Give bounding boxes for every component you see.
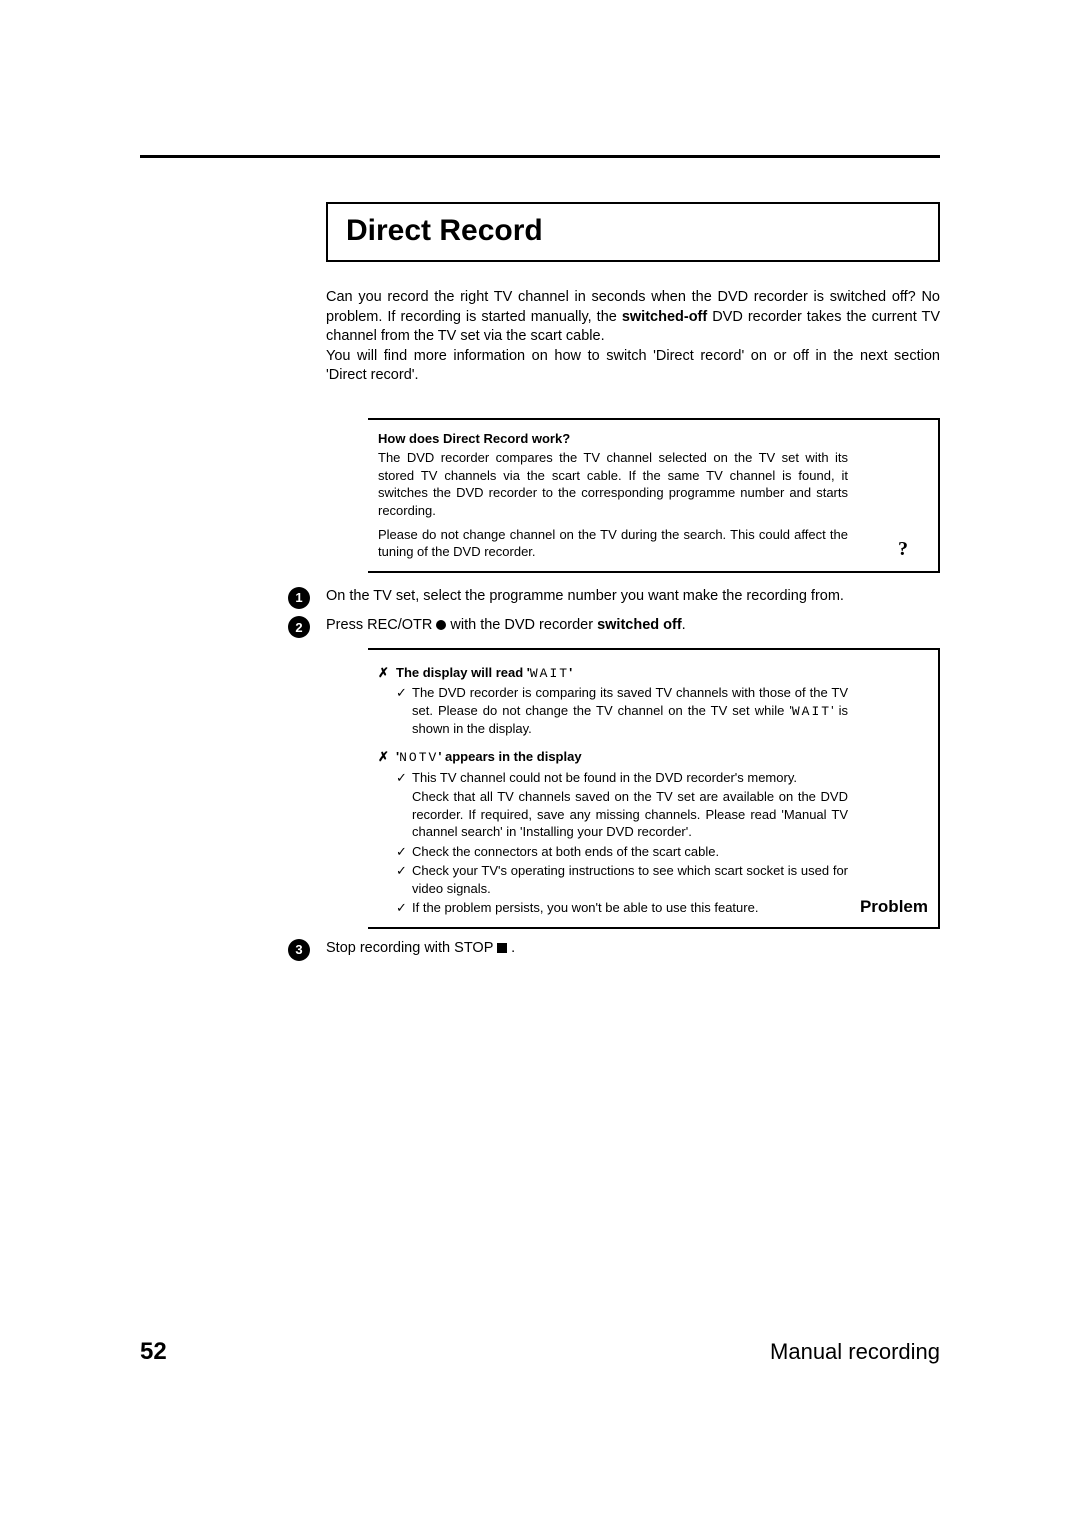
problem-x2: ✗ 'NOTV' appears in the display <box>378 748 848 767</box>
intro-bold: switched-off <box>622 309 707 325</box>
section-title-box: Direct Record <box>326 202 940 262</box>
step-2c: . <box>682 617 686 633</box>
check-icon: ✓ <box>396 899 407 917</box>
intro-text-2: You will find more information on how to… <box>326 348 940 384</box>
info-box: How does Direct Record work? The DVD rec… <box>368 418 940 573</box>
x1-text-a: The display will read ' <box>396 665 530 680</box>
step-number-3: 3 <box>288 939 310 961</box>
page-footer: 52 Manual recording <box>140 1338 940 1366</box>
problem-x1: ✗ The display will read 'WAIT' <box>378 664 848 683</box>
check-icon: ✓ <box>396 769 407 787</box>
step-3: 3 Stop recording with STOP . <box>326 939 940 959</box>
manual-page: Direct Record Can you record the right T… <box>0 0 1080 1514</box>
step-2-bold: switched off <box>597 617 682 633</box>
step-2: 2 Press REC/OTR with the DVD recorder sw… <box>326 616 940 636</box>
wait-display: WAIT <box>530 666 569 681</box>
step-3b: . <box>507 940 515 956</box>
footer-section-name: Manual recording <box>770 1339 940 1365</box>
question-mark-icon: ? <box>898 536 908 563</box>
problem-c6: ✓ If the problem persists, you won't be … <box>378 899 848 917</box>
problem-c4: ✓ Check the connectors at both ends of t… <box>378 843 848 861</box>
section-title: Direct Record <box>346 214 920 248</box>
info-body-1: The DVD recorder compares the TV channel… <box>378 449 848 519</box>
c4-text: Check the connectors at both ends of the… <box>412 844 719 859</box>
top-rule <box>140 155 940 158</box>
main-column: Direct Record Can you record the right T… <box>326 202 940 958</box>
problem-box: ✗ The display will read 'WAIT' ✓ The DVD… <box>368 648 940 929</box>
stop-icon <box>497 943 507 953</box>
step-1-text: On the TV set, select the programme numb… <box>326 587 940 607</box>
step-1: 1 On the TV set, select the programme nu… <box>326 587 940 607</box>
step-2a: Press REC/OTR <box>326 617 436 633</box>
record-icon <box>436 620 446 630</box>
page-number: 52 <box>140 1338 167 1366</box>
step-3-text: Stop recording with STOP . <box>326 939 940 959</box>
intro-paragraph: Can you record the right TV channel in s… <box>326 288 940 386</box>
check-icon: ✓ <box>396 862 407 880</box>
c2-text: This TV channel could not be found in th… <box>412 770 797 785</box>
problem-c2: ✓ This TV channel could not be found in … <box>378 769 848 787</box>
info-body-2: Please do not change channel on the TV d… <box>378 526 848 561</box>
step-3a: Stop recording with STOP <box>326 940 497 956</box>
step-number-1: 1 <box>288 587 310 609</box>
c1-text-a: The DVD recorder is comparing its saved … <box>412 685 848 718</box>
x-icon: ✗ <box>378 748 389 766</box>
problem-c5: ✓ Check your TV's operating instructions… <box>378 862 848 897</box>
c3-text: Check that all TV channels saved on the … <box>412 789 848 839</box>
problem-c3: Check that all TV channels saved on the … <box>378 788 848 841</box>
c5-text: Check your TV's operating instructions t… <box>412 863 848 896</box>
problem-label: Problem <box>860 896 928 919</box>
step-2-text: Press REC/OTR with the DVD recorder swit… <box>326 616 940 636</box>
step-2b: with the DVD recorder <box>446 617 597 633</box>
info-heading: How does Direct Record work? <box>378 430 848 448</box>
check-icon: ✓ <box>396 684 407 702</box>
notv-display: NOTV <box>399 750 438 765</box>
step-number-2: 2 <box>288 616 310 638</box>
x1-text-b: ' <box>569 665 572 680</box>
problem-c1: ✓ The DVD recorder is comparing its save… <box>378 684 848 738</box>
check-icon: ✓ <box>396 843 407 861</box>
x-icon: ✗ <box>378 664 389 682</box>
x2-text-b: ' appears in the display <box>438 749 581 764</box>
c6-text: If the problem persists, you won't be ab… <box>412 900 758 915</box>
wait-display-2: WAIT <box>792 704 831 719</box>
